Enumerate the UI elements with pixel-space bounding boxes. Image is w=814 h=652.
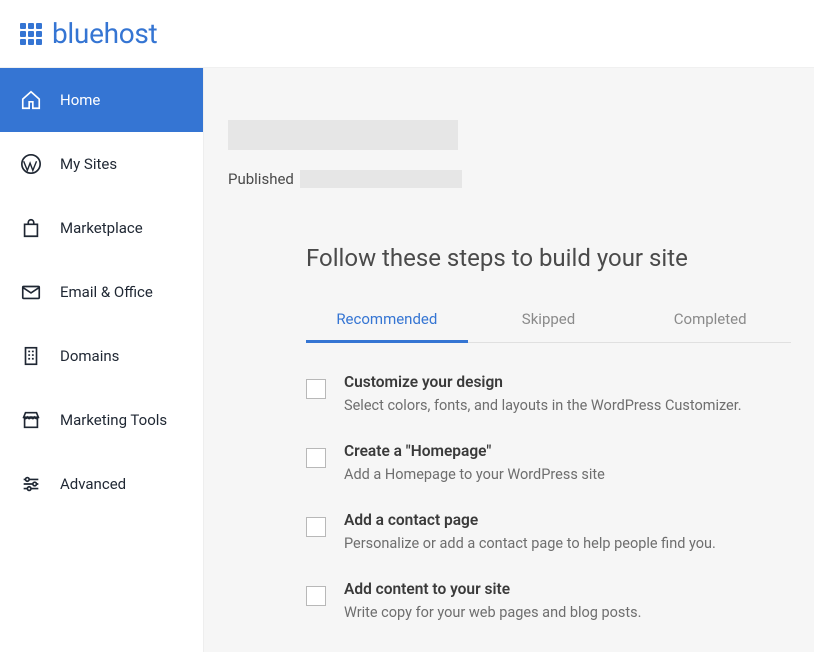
header: bluehost	[0, 0, 814, 68]
task-row: Add content to your site Write copy for …	[306, 580, 814, 621]
grid-icon	[20, 23, 42, 45]
task-list: Customize your design Select colors, fon…	[306, 373, 814, 621]
task-description: Add a Homepage to your WordPress site	[344, 466, 605, 483]
sidebar-item-label: Domains	[60, 347, 119, 365]
task-checkbox[interactable]	[306, 379, 326, 399]
tab-completed[interactable]: Completed	[629, 296, 791, 342]
storefront-icon	[20, 409, 42, 431]
task-description: Personalize or add a contact page to hel…	[344, 535, 716, 552]
sidebar-item-marketing-tools[interactable]: Marketing Tools	[0, 388, 203, 452]
building-icon	[20, 345, 42, 367]
task-checkbox[interactable]	[306, 586, 326, 606]
task-checkbox[interactable]	[306, 517, 326, 537]
task-title: Create a "Homepage"	[344, 442, 605, 460]
sidebar-item-label: My Sites	[60, 155, 117, 173]
steps-heading: Follow these steps to build your site	[306, 244, 814, 272]
site-url-placeholder	[300, 170, 462, 188]
sliders-icon	[20, 473, 42, 495]
bag-icon	[20, 217, 42, 239]
task-title: Add a contact page	[344, 511, 716, 529]
sidebar: Home My Sites Marketplace Email & Office	[0, 68, 204, 652]
published-label: Published	[228, 170, 294, 188]
sidebar-item-home[interactable]: Home	[0, 68, 203, 132]
sidebar-item-label: Marketplace	[60, 219, 143, 237]
sidebar-item-email-office[interactable]: Email & Office	[0, 260, 203, 324]
tab-recommended[interactable]: Recommended	[306, 296, 468, 342]
site-title-placeholder	[228, 120, 458, 150]
task-row: Add a contact page Personalize or add a …	[306, 511, 814, 552]
task-checkbox[interactable]	[306, 448, 326, 468]
sidebar-item-label: Advanced	[60, 475, 126, 493]
task-row: Customize your design Select colors, fon…	[306, 373, 814, 414]
wordpress-icon	[20, 153, 42, 175]
logo[interactable]: bluehost	[20, 17, 157, 50]
task-title: Customize your design	[344, 373, 742, 391]
sidebar-item-label: Email & Office	[60, 283, 153, 301]
envelope-icon	[20, 281, 42, 303]
task-description: Write copy for your web pages and blog p…	[344, 604, 641, 621]
sidebar-item-label: Marketing Tools	[60, 411, 167, 429]
main-content: Published Follow these steps to build yo…	[204, 68, 814, 652]
sidebar-item-label: Home	[60, 91, 100, 109]
brand-text: bluehost	[52, 17, 157, 50]
sidebar-item-marketplace[interactable]: Marketplace	[0, 196, 203, 260]
tabs: Recommended Skipped Completed	[306, 296, 791, 343]
home-icon	[20, 89, 42, 111]
tab-skipped[interactable]: Skipped	[468, 296, 630, 342]
tab-underline	[306, 340, 468, 343]
task-description: Select colors, fonts, and layouts in the…	[344, 397, 742, 414]
task-row: Create a "Homepage" Add a Homepage to yo…	[306, 442, 814, 483]
task-title: Add content to your site	[344, 580, 641, 598]
sidebar-item-my-sites[interactable]: My Sites	[0, 132, 203, 196]
sidebar-item-advanced[interactable]: Advanced	[0, 452, 203, 516]
sidebar-item-domains[interactable]: Domains	[0, 324, 203, 388]
